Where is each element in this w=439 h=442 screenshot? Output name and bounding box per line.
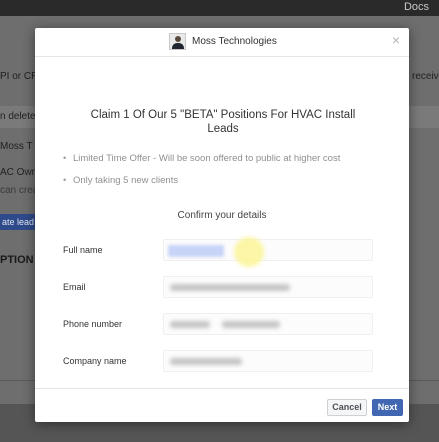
- bg-snippet-api: PI or CR: [0, 71, 39, 82]
- form-title: Claim 1 Of Our 5 "BETA" Positions For HV…: [90, 109, 356, 135]
- company-row: Company name: [63, 350, 383, 374]
- phone-field[interactable]: [163, 313, 373, 335]
- company-label: Company name: [63, 356, 127, 366]
- redacted-country-code: [170, 321, 210, 328]
- brand-name: Moss Technologies: [192, 36, 277, 47]
- cancel-button[interactable]: Cancel: [327, 399, 367, 416]
- redacted-value: [222, 321, 280, 328]
- full-name-field[interactable]: [163, 237, 373, 267]
- modal-footer: Cancel Next: [35, 388, 409, 422]
- phone-label: Phone number: [63, 319, 123, 329]
- bullet-icon: •: [63, 153, 67, 164]
- email-field[interactable]: [163, 276, 373, 298]
- confirm-details-label: Confirm your details: [177, 210, 267, 221]
- next-button[interactable]: Next: [372, 399, 403, 416]
- bg-create-lead-button: ate lead: [0, 214, 36, 230]
- offer-list: • Limited Time Offer - Will be soon offe…: [63, 153, 340, 197]
- bg-snippet-page: Moss T: [0, 141, 33, 152]
- offer-text: Limited Time Offer - Will be soon offere…: [73, 153, 341, 164]
- cursor-highlight: [234, 237, 264, 267]
- top-bar: Docs: [0, 0, 439, 16]
- email-label: Email: [63, 282, 86, 292]
- modal-header: Moss Technologies ×: [35, 28, 409, 57]
- list-item: • Only taking 5 new clients: [63, 175, 340, 187]
- bg-snippet-receive: receive c: [412, 71, 439, 82]
- offer-text: Only taking 5 new clients: [73, 175, 179, 186]
- email-row: Email: [63, 276, 383, 300]
- redacted-value: [170, 284, 290, 291]
- full-name-label: Full name: [63, 245, 103, 255]
- selected-text-highlight: [168, 245, 224, 257]
- bullet-icon: •: [63, 175, 67, 186]
- brand-avatar: [169, 33, 186, 50]
- full-name-row: Full name: [63, 237, 383, 267]
- phone-row: Phone number: [63, 313, 383, 337]
- company-field[interactable]: [163, 350, 373, 372]
- lead-form-modal: Moss Technologies × Claim 1 Of Our 5 "BE…: [35, 28, 409, 422]
- list-item: • Limited Time Offer - Will be soon offe…: [63, 153, 340, 165]
- docs-link: Docs: [403, 1, 429, 13]
- close-icon[interactable]: ×: [392, 33, 400, 47]
- redacted-value: [170, 358, 242, 365]
